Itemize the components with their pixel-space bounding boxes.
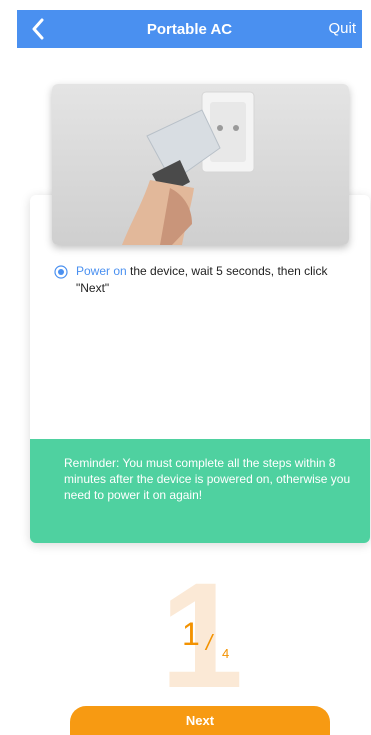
next-button[interactable]: Next — [70, 706, 330, 735]
plug-image — [122, 91, 255, 245]
back-button[interactable] — [23, 14, 53, 44]
step-separator: / — [206, 630, 213, 655]
top-nav-bar: Portable AC Quit — [17, 10, 362, 48]
quit-button[interactable]: Quit — [328, 20, 356, 37]
step-card: Power on the device, wait 5 seconds, the… — [30, 195, 370, 543]
step-counter-watermark: 1 — [160, 551, 244, 719]
instruction-accent: Power on — [76, 264, 127, 278]
chevron-left-icon — [32, 18, 44, 40]
step-instruction: Power on the device, wait 5 seconds, the… — [54, 263, 352, 297]
instruction-text: Power on the device, wait 5 seconds, the… — [76, 263, 352, 297]
radio-selected-icon — [54, 265, 68, 279]
total-steps: 4 — [222, 646, 230, 661]
power-plug-illustration — [52, 84, 349, 245]
current-step: 1 — [182, 616, 200, 652]
step-counter: 1 1 / 4 — [150, 560, 250, 710]
reminder-banner: Reminder: You must complete all the step… — [30, 439, 370, 543]
page-title: Portable AC — [146, 20, 233, 38]
